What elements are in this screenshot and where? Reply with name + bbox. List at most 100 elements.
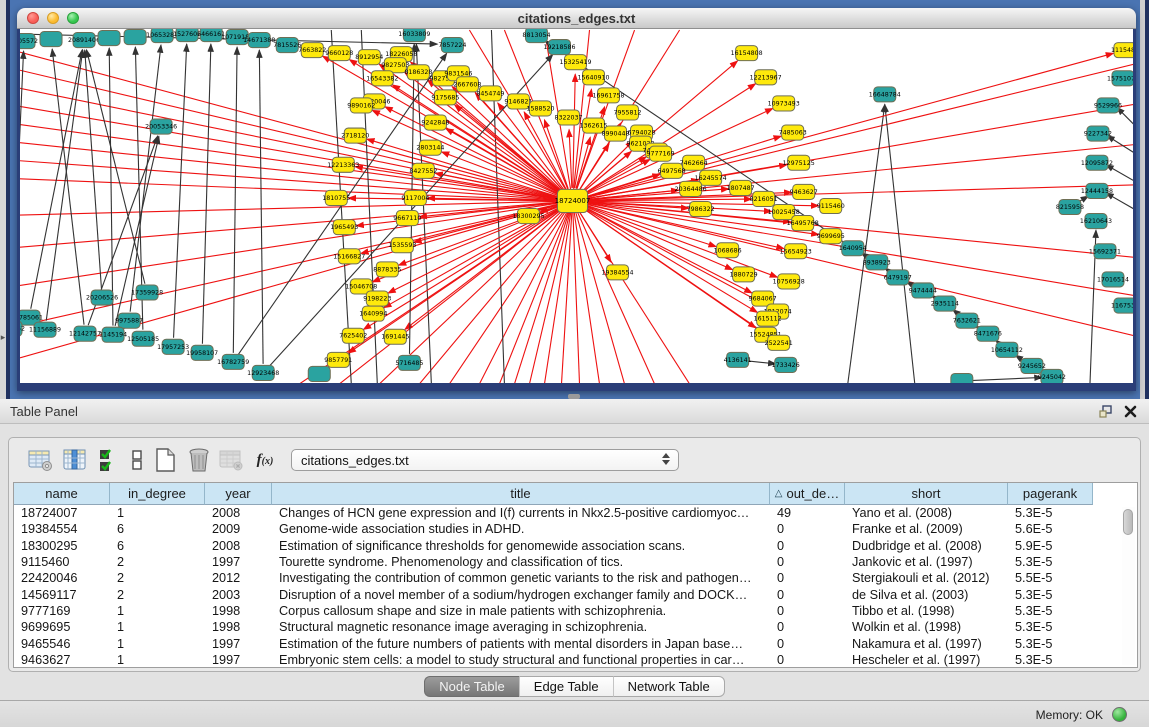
sort-asc-icon: △ bbox=[775, 488, 783, 499]
network-node-label: 7955812 bbox=[614, 109, 642, 116]
cell-short: Dudbridge et al. (2008) bbox=[845, 539, 1008, 553]
network-node-label: 12213363 bbox=[327, 162, 359, 169]
network-edge bbox=[584, 207, 767, 306]
delete-table-icon[interactable] bbox=[217, 446, 245, 474]
network-node-label: 18300295 bbox=[512, 213, 544, 220]
cell-in_degree: 6 bbox=[110, 539, 205, 553]
function-icon[interactable]: f(x) bbox=[251, 446, 279, 474]
network-node-label: 15751074 bbox=[1107, 75, 1133, 82]
panel-collapse-arrow[interactable]: ▸ bbox=[0, 332, 6, 343]
network-node-label: 9684067 bbox=[749, 296, 777, 303]
network-edge bbox=[109, 48, 113, 326]
memory-status-icon[interactable] bbox=[1112, 707, 1127, 722]
table-row[interactable]: 969969511998Structural magnetic resonanc… bbox=[14, 619, 1137, 635]
cell-title: Corpus callosum shape and size in male p… bbox=[272, 604, 770, 618]
network-node-label: 19384554 bbox=[602, 269, 634, 276]
network-node-label: 10973493 bbox=[768, 100, 800, 107]
cell-pagerank: 5.5E-5 bbox=[1008, 571, 1093, 585]
network-node-label: 12505185 bbox=[127, 336, 159, 343]
network-node-label: 16782759 bbox=[217, 359, 249, 366]
cell-pagerank: 5.3E-5 bbox=[1008, 653, 1093, 667]
network-node-label: 8813054 bbox=[522, 32, 550, 39]
cell-pagerank: 5.9E-5 bbox=[1008, 539, 1093, 553]
table-row[interactable]: 1830029562008Estimation of significance … bbox=[14, 538, 1137, 554]
cell-name: 9465546 bbox=[14, 637, 110, 651]
column-header-in_degree[interactable]: in_degree bbox=[110, 483, 205, 505]
network-node-label: 12095872 bbox=[1081, 160, 1113, 167]
network-edge bbox=[20, 52, 572, 201]
cell-title: Genome-wide association studies in ADHD. bbox=[272, 522, 770, 536]
network-edge bbox=[971, 377, 1042, 380]
cell-name: 18724007 bbox=[14, 506, 110, 520]
network-node-label: 16495768 bbox=[787, 220, 819, 227]
cell-out_de: 0 bbox=[770, 571, 845, 585]
table-row[interactable]: 1456911722003Disruption of a novel membe… bbox=[14, 586, 1137, 602]
new-document-icon[interactable] bbox=[151, 446, 179, 474]
network-edge bbox=[259, 50, 263, 364]
table-row[interactable]: 946554611997Estimation of the future num… bbox=[14, 635, 1137, 651]
network-edge bbox=[572, 201, 599, 383]
network-node-label: 17957253 bbox=[157, 344, 189, 351]
table-scrollbar[interactable] bbox=[1122, 507, 1135, 665]
network-node[interactable] bbox=[98, 31, 120, 46]
network-node-label: 1785061 bbox=[20, 315, 43, 322]
trash-icon[interactable] bbox=[185, 446, 213, 474]
column-select-icon[interactable] bbox=[61, 446, 89, 474]
cell-short: Yano et al. (2008) bbox=[845, 506, 1008, 520]
network-node-label: 7663822 bbox=[298, 47, 326, 54]
float-panel-icon[interactable] bbox=[1099, 405, 1113, 418]
network-edge bbox=[130, 45, 161, 312]
table-selector-dropdown[interactable]: citations_edges.txt bbox=[291, 449, 679, 471]
network-node[interactable] bbox=[40, 32, 62, 47]
column-header-short[interactable]: short bbox=[845, 483, 1008, 505]
tab-edge-table[interactable]: Edge Table bbox=[519, 676, 613, 697]
network-edge bbox=[20, 201, 572, 326]
network-node-label: 1733426 bbox=[772, 362, 800, 369]
cell-pagerank: 5.3E-5 bbox=[1008, 506, 1093, 520]
column-header-year[interactable]: year bbox=[205, 483, 272, 505]
network-node[interactable] bbox=[951, 373, 973, 383]
cytoscape-app: ▸ citations_edges.txt bbox=[0, 0, 1149, 727]
network-edge bbox=[20, 201, 572, 285]
column-header-pagerank[interactable]: pagerank bbox=[1008, 483, 1093, 505]
cell-year: 2012 bbox=[205, 571, 272, 585]
network-node[interactable] bbox=[124, 30, 146, 45]
table-row[interactable]: 911546021997Tourette syndrome. Phenomeno… bbox=[14, 554, 1137, 570]
cell-name: 9699695 bbox=[14, 620, 110, 634]
cells-icon[interactable] bbox=[123, 446, 151, 474]
tab-node-table[interactable]: Node Table bbox=[424, 676, 519, 697]
network-canvas[interactable]: 1872400718300295193845547663822966012889… bbox=[17, 29, 1136, 391]
column-header-name[interactable]: name bbox=[14, 483, 110, 505]
row-check-icon[interactable] bbox=[95, 446, 123, 474]
network-edge bbox=[52, 49, 84, 325]
tab-network-table[interactable]: Network Table bbox=[613, 676, 725, 697]
network-node-label: 8216051 bbox=[750, 196, 778, 203]
network-node-label: 1880729 bbox=[730, 271, 758, 278]
table-row[interactable]: 1938455462009Genome-wide association stu… bbox=[14, 521, 1137, 537]
table-header-row: namein_degreeyeartitle△out_de…shortpager… bbox=[14, 483, 1137, 505]
column-header-title[interactable]: title bbox=[272, 483, 770, 505]
network-window-titlebar[interactable]: citations_edges.txt bbox=[17, 8, 1136, 29]
right-edge-navy bbox=[1145, 0, 1149, 399]
network-node[interactable] bbox=[308, 366, 330, 381]
network-node-label: 1535593 bbox=[388, 242, 416, 249]
table-row[interactable]: 946362711997Embryonic stem cells: a mode… bbox=[14, 652, 1137, 668]
network-node-label: 4136141 bbox=[724, 357, 752, 364]
cell-name: 18300295 bbox=[14, 539, 110, 553]
table-scrollbar-thumb[interactable] bbox=[1123, 509, 1133, 535]
network-node-label: 9857791 bbox=[324, 357, 352, 364]
network-node-label: 9975887 bbox=[115, 318, 143, 325]
network-node-label: 1362615 bbox=[579, 123, 607, 130]
network-node-label: 16245574 bbox=[695, 175, 727, 182]
network-node-label: 9245042 bbox=[1038, 374, 1066, 381]
network-edge bbox=[355, 167, 559, 199]
close-icon[interactable] bbox=[1124, 405, 1137, 418]
table-row[interactable]: 977716911998Corpus callosum shape and si… bbox=[14, 603, 1137, 619]
network-graph[interactable]: 1872400718300295193845547663822966012889… bbox=[20, 29, 1133, 383]
network-node-label: 9463627 bbox=[790, 189, 818, 196]
column-header-out_de[interactable]: △out_de… bbox=[770, 483, 845, 505]
table-settings-icon[interactable] bbox=[27, 446, 55, 474]
table-row[interactable]: 2242004622012Investigating the contribut… bbox=[14, 570, 1137, 586]
table-row[interactable]: 1872400712008Changes of HCN gene express… bbox=[14, 505, 1137, 521]
network-node-label: 12923468 bbox=[247, 370, 279, 377]
